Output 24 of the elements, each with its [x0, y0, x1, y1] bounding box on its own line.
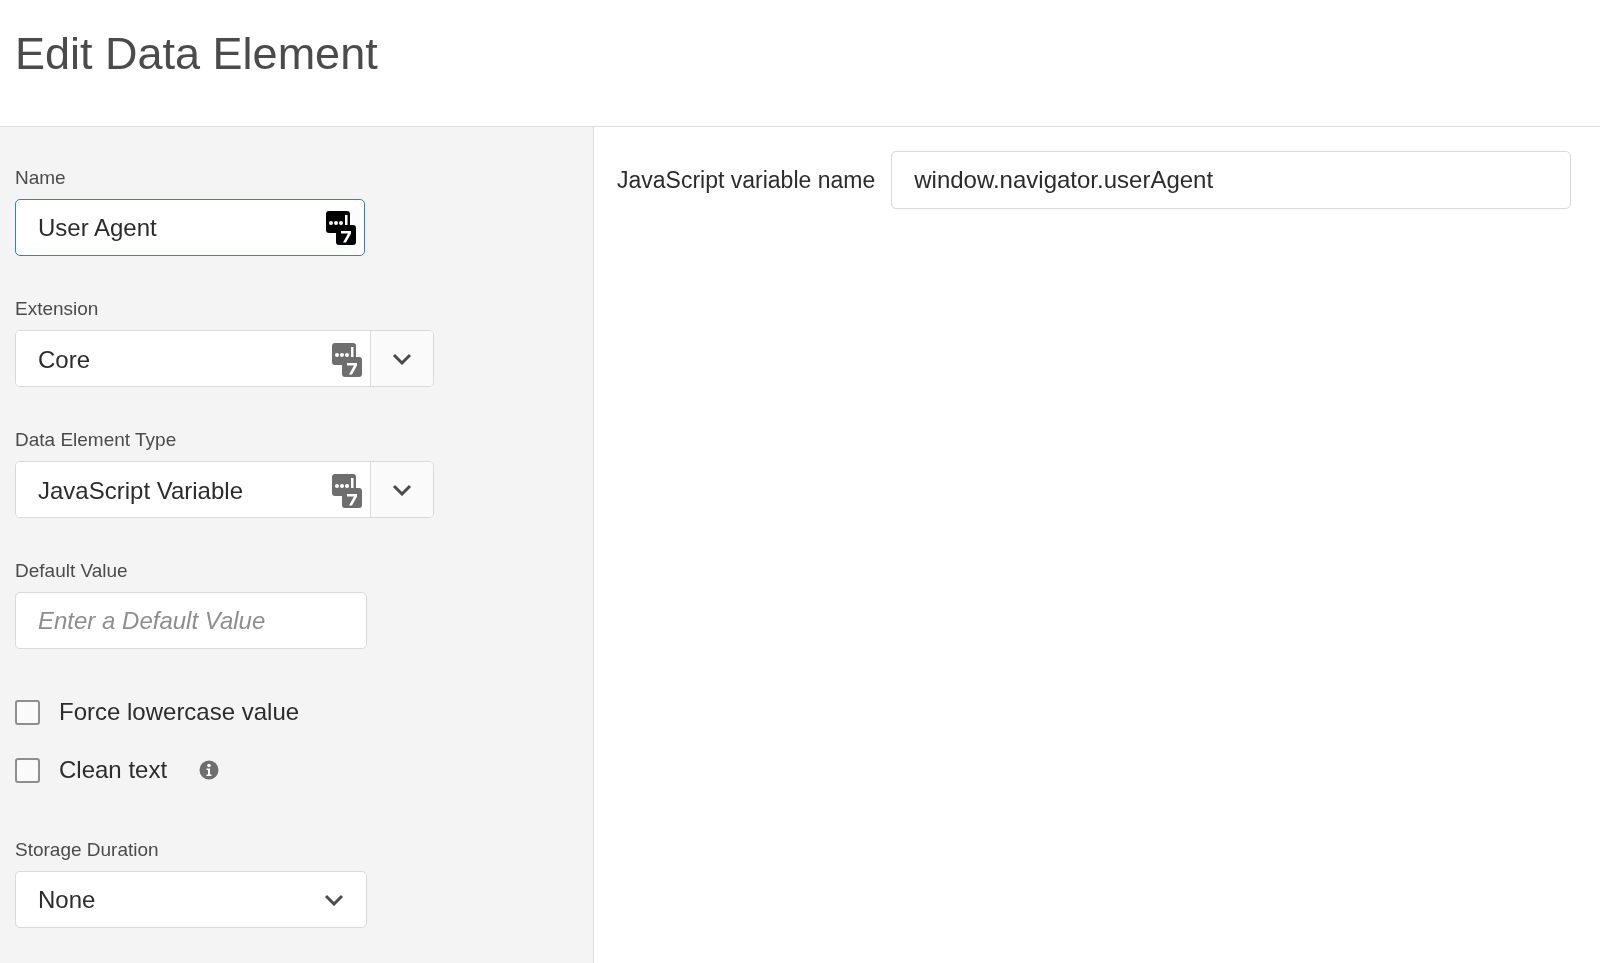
- field-label: Data Element Type: [15, 429, 177, 451]
- field-label: JavaScript variable name: [617, 166, 876, 194]
- field-label: Name: [15, 167, 66, 189]
- chevron-down-icon: [392, 483, 412, 496]
- storage-duration-dropdown[interactable]: None: [15, 871, 367, 928]
- dropdown-field[interactable]: JavaScript Variable: [15, 461, 434, 518]
- name-field[interactable]: User Agent: [15, 199, 365, 256]
- chevron-down-icon: [392, 352, 412, 365]
- field-label: Extension: [15, 298, 99, 320]
- variable-name-field[interactable]: window.navigator.userAgent: [891, 151, 1572, 209]
- checkbox-label: Clean text: [59, 756, 168, 784]
- chevron-down-icon: [324, 893, 344, 906]
- dropdown-field[interactable]: Core: [15, 330, 434, 387]
- page-title: Edit Data Element: [15, 28, 378, 80]
- field-label: Storage Duration: [15, 839, 159, 861]
- data-element-icon: [332, 342, 362, 377]
- data-element-icon: [326, 210, 356, 245]
- input-field[interactable]: Enter a Default Value: [15, 592, 367, 649]
- checkbox[interactable]: [15, 699, 40, 725]
- data-element-icon: [332, 473, 362, 508]
- info-icon[interactable]: [199, 760, 220, 780]
- checkbox-label: Force lowercase value: [59, 698, 300, 726]
- checkbox[interactable]: [15, 757, 40, 783]
- field-label: Default Value: [15, 560, 128, 582]
